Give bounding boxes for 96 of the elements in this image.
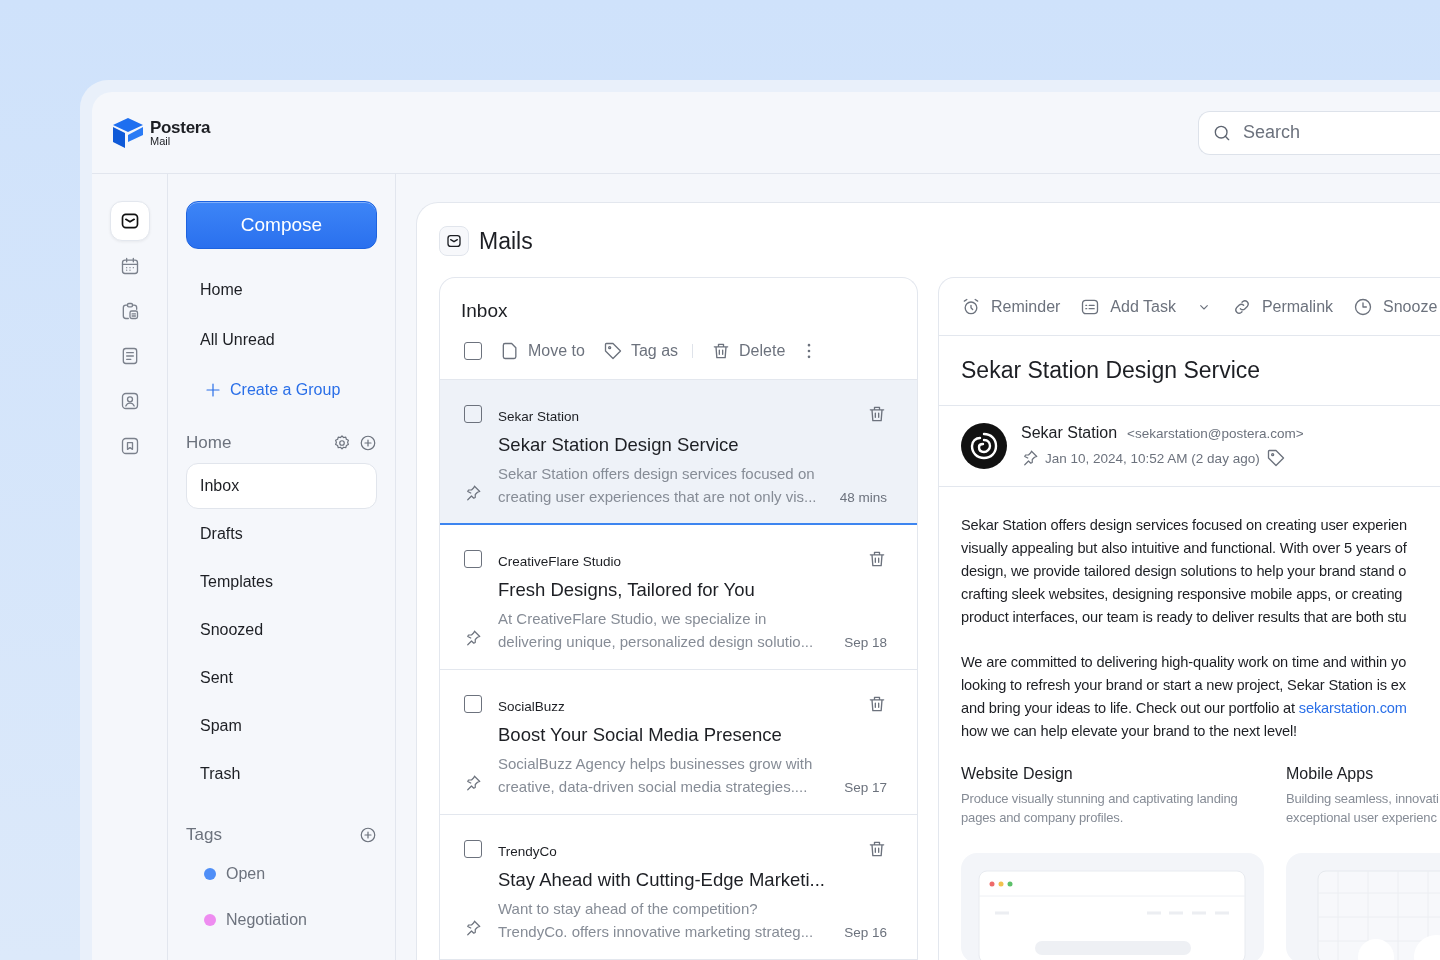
pin-icon[interactable] <box>1021 449 1039 467</box>
checkbox[interactable] <box>464 840 482 858</box>
pin-icon[interactable] <box>464 629 482 647</box>
nav-item[interactable]: Home <box>186 265 377 315</box>
contact-icon <box>119 391 140 411</box>
folder-item[interactable]: Trash <box>186 751 377 797</box>
trash-icon[interactable] <box>867 404 887 424</box>
folder-item[interactable]: Sent <box>186 655 377 701</box>
toolbar-button[interactable]: Reminder <box>961 296 1061 317</box>
panel-title: Inbox <box>460 299 509 322</box>
mail-subject: Fresh Designs, Tailored for You <box>498 579 756 601</box>
body-text: visually appealing but also intuitive and functional. With over 5 years of <box>961 539 1408 558</box>
sender-email: <sekarstation@postera.com> <box>1127 426 1304 441</box>
mail-subject: Stay Ahead with Cutting-Edge Marketi... <box>498 869 826 891</box>
body-text: crafting sleek websites, designing responsive mobile apps, or creating <box>961 585 1404 604</box>
toolbar-button[interactable]: Add Task <box>1080 296 1176 317</box>
toolbar-button[interactable]: Delete <box>711 341 786 361</box>
mail-preview: SocialBuzz Agency helps businesses grow with creative, data-driven social media strategies.... <box>498 754 814 797</box>
feature-description: Building seamless, innovati <box>1286 790 1440 808</box>
calendar-icon <box>119 256 140 276</box>
feature-description: pages and company profiles. <box>961 809 1125 827</box>
folder-item[interactable]: Templates <box>186 559 377 605</box>
mail-time: Sep 18 <box>844 635 887 650</box>
mail-icon <box>439 226 469 256</box>
pin-icon[interactable] <box>464 484 482 502</box>
mail-item[interactable]: CreativeFlare Studio Fresh Designs, Tailored for You At CreativeFlare Studio, we specialize in delivering unique, personalized design solutio... Sep 18 <box>440 525 917 670</box>
mail-item[interactable]: SocialBuzz Boost Your Social Media Presence SocialBuzz Agency helps businesses grow with creative, data-driven social media strategies.... Sep 17 <box>440 670 917 815</box>
body-text: product interfaces, our team is ready to deliver results that are both stu <box>961 608 1408 627</box>
mail-sender: Sekar Station <box>498 408 581 424</box>
checkbox[interactable] <box>464 550 482 568</box>
body-text: looking to refresh your brand or start a new project, Sekar Station is ex <box>961 676 1407 695</box>
feature-description: exceptional user experienc <box>1286 809 1438 827</box>
folder-item[interactable]: Drafts <box>186 511 377 557</box>
mail-title: Sekar Station Design Service <box>939 336 1440 406</box>
feature-title: Website Design <box>961 765 1074 783</box>
mail-preview: Sekar Station offers design services focused on creating user experiences that are not only vis... <box>498 464 818 507</box>
body-text: how we can help elevate your brand to the next level! <box>961 722 1299 741</box>
sender-name: Sekar Station <box>1021 424 1118 442</box>
toolbar-button[interactable]: Move to <box>500 341 585 361</box>
feature-description: Produce visually stunning and captivating landing <box>961 790 1239 808</box>
mail-icon <box>119 211 140 231</box>
sidebar-tab[interactable] <box>109 201 150 241</box>
mail-preview: Want to stay ahead of the competition? TrendyCo. offers innovative marketing strateg... <box>498 899 815 942</box>
mail-sender: TrendyCo <box>498 843 558 859</box>
checkbox[interactable] <box>464 342 482 360</box>
nav-item[interactable]: All Unread <box>186 315 377 365</box>
add-icon[interactable] <box>359 434 377 452</box>
search-field[interactable]: Search <box>1198 110 1440 155</box>
create-group-link[interactable]: Create a Group <box>230 381 341 399</box>
app-name: Postera <box>150 118 211 136</box>
mail-preview: At CreativeFlare Studio, we specialize in delivering unique, personalized design solutio... <box>498 609 815 652</box>
body-text: Sekar Station offers design services focused on creating user experien <box>961 516 1408 535</box>
portfolio-link[interactable]: sekarstation.com <box>1298 700 1407 716</box>
feature-title: Mobile Apps <box>1286 765 1375 783</box>
body-text: and bring your ideas to life. Check out our portfolio at <box>961 700 1296 716</box>
toolbar-button[interactable]: Permalink <box>1231 296 1334 317</box>
tag-icon <box>602 341 623 361</box>
tag-icon <box>1265 448 1286 468</box>
pin-icon[interactable] <box>464 774 482 792</box>
trash-icon[interactable] <box>867 839 887 859</box>
compose-button[interactable]: Compose <box>186 201 377 249</box>
section-heading: Home <box>186 433 232 453</box>
checkbox[interactable] <box>464 405 482 423</box>
bookmark-icon <box>119 436 140 456</box>
checkbox[interactable] <box>464 695 482 713</box>
mail-time: Sep 17 <box>844 780 887 795</box>
mail-time: Sep 16 <box>844 925 887 940</box>
trash-icon[interactable] <box>867 694 887 714</box>
mail-subject: Sekar Station Design Service <box>498 434 740 456</box>
plus-icon[interactable] <box>204 381 222 399</box>
body-text: We are committed to delivering high-quality work on time and within yo <box>961 653 1408 672</box>
toolbar-button[interactable]: Tag as <box>602 341 679 361</box>
body-text: design, we provide tailored design solutions to help your brand stand o <box>961 562 1408 581</box>
page-title: Mails <box>479 227 533 255</box>
folder-item[interactable]: Spam <box>186 703 377 749</box>
pin-icon[interactable] <box>464 919 482 937</box>
add-icon[interactable] <box>359 826 377 844</box>
alarm-clock-icon <box>961 296 981 317</box>
toolbar-button[interactable]: Snooze <box>1353 296 1438 317</box>
folder-item[interactable]: Inbox <box>186 463 377 509</box>
tag-item[interactable]: Open <box>226 865 266 883</box>
mail-subject: Boost Your Social Media Presence <box>498 724 783 746</box>
mail-item[interactable]: TrendyCo Stay Ahead with Cutting-Edge Marketi... Want to stay ahead of the competition? TrendyCo. offers innovative marketing strateg... Sep 16 <box>440 815 917 960</box>
tag-item[interactable]: Negotiation <box>226 911 307 929</box>
mail-sender: CreativeFlare Studio <box>498 553 623 569</box>
clock-icon <box>1353 296 1374 317</box>
section-heading: Tags <box>186 825 222 845</box>
mail-sender: SocialBuzz <box>498 698 566 714</box>
folder-item[interactable]: Snoozed <box>186 607 377 653</box>
app-subtitle: Mail <box>150 135 172 147</box>
mail-item[interactable]: Sekar Station Sekar Station Design Service Sekar Station offers design services focused on creating user experiences that are not only vis... 48 mins <box>440 380 917 525</box>
trash-icon[interactable] <box>867 549 887 569</box>
mail-date: Jan 10, 2024, 10:52 AM (2 day ago) <box>1045 450 1260 466</box>
avatar <box>961 423 1007 469</box>
mail-time: 48 mins <box>839 490 887 505</box>
settings-icon[interactable] <box>333 434 351 452</box>
